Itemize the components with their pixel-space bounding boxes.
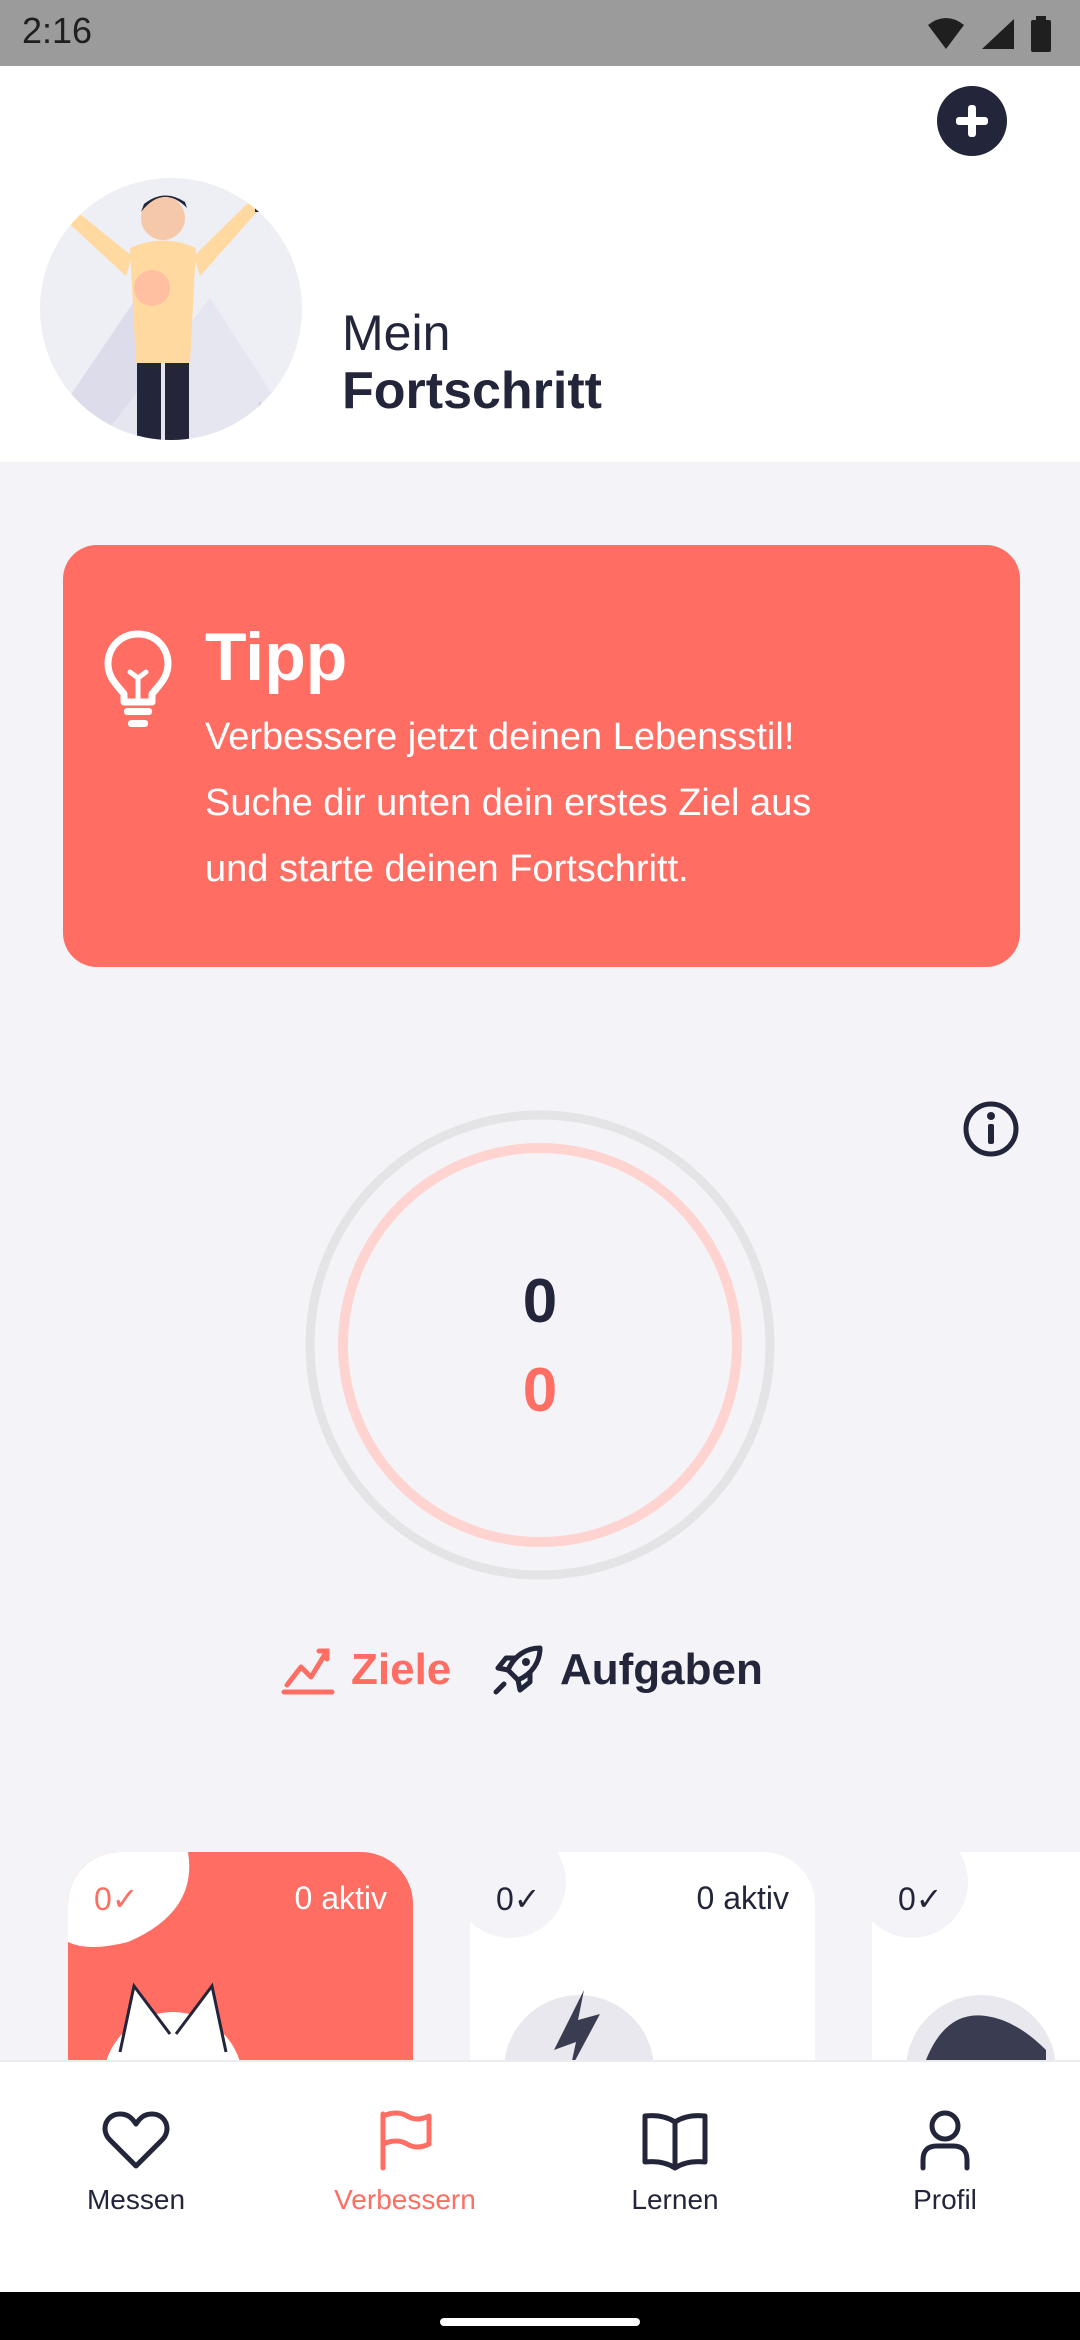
status-time: 2:16 <box>22 10 93 51</box>
page-title-bold: Fortschritt <box>342 362 602 420</box>
add-button[interactable] <box>937 86 1007 156</box>
status-icons <box>926 14 1052 54</box>
book-icon <box>642 2113 708 2171</box>
plus-icon <box>956 105 988 137</box>
card-done-count: 0✓ <box>496 1881 541 1917</box>
card-done-count: 0✓ <box>94 1881 139 1917</box>
lightbulb-icon <box>104 630 172 727</box>
person-icon <box>920 2110 970 2171</box>
progress-ring <box>305 1110 775 1580</box>
rocket-icon <box>493 1645 543 1695</box>
avatar-illustration <box>40 178 302 440</box>
card-done-count: 0✓ <box>898 1881 943 1917</box>
tab-goals[interactable]: Ziele <box>281 1638 451 1702</box>
nav-item-messen[interactable]: Messen <box>36 2108 236 2216</box>
signal-icon <box>982 19 1014 49</box>
nav-item-verbessern[interactable]: Verbessern <box>305 2108 505 2216</box>
nav-item-profil[interactable]: Profil <box>845 2108 1045 2216</box>
tip-text-line-1: Verbessere jetzt deinen Lebensstil! <box>205 716 795 758</box>
nav-label-profil: Profil <box>913 2184 977 2215</box>
info-icon[interactable] <box>962 1100 1020 1158</box>
shoe-icon <box>906 1995 1056 2070</box>
tab-tasks[interactable]: Aufgaben <box>492 1638 763 1702</box>
status-bar <box>0 0 1080 66</box>
system-navigation-bar <box>0 2292 1080 2340</box>
page-title-light: Mein <box>342 305 451 361</box>
card-active-count: 0 aktiv <box>294 1880 387 1916</box>
tip-title: Tipp <box>205 619 348 695</box>
tip-text-line-2: Suche dir unten dein erstes Ziel aus <box>205 782 812 824</box>
wifi-icon <box>928 18 964 49</box>
progress-value-bottom: 0 <box>522 1356 558 1425</box>
battery-icon <box>1031 16 1051 52</box>
nav-label-messen: Messen <box>86 2184 186 2215</box>
nav-label-lernen: Lernen <box>631 2184 719 2215</box>
progress-value-top: 0 <box>522 1267 558 1336</box>
tip-text-line-3: und starte deinen Fortschritt. <box>205 848 689 890</box>
nav-label-verbessern: Verbessern <box>334 2184 476 2215</box>
heart-icon <box>102 2111 170 2169</box>
flag-icon <box>380 2110 432 2171</box>
nav-item-lernen[interactable]: Lernen <box>575 2108 775 2216</box>
tab-goals-label: Ziele <box>351 1645 452 1694</box>
mountain-chart-icon <box>281 1648 335 1695</box>
home-indicator[interactable] <box>440 2318 640 2326</box>
tab-tasks-label: Aufgaben <box>560 1645 763 1694</box>
lightning-icon <box>504 1990 654 2070</box>
card-active-count: 0 aktiv <box>696 1880 789 1916</box>
